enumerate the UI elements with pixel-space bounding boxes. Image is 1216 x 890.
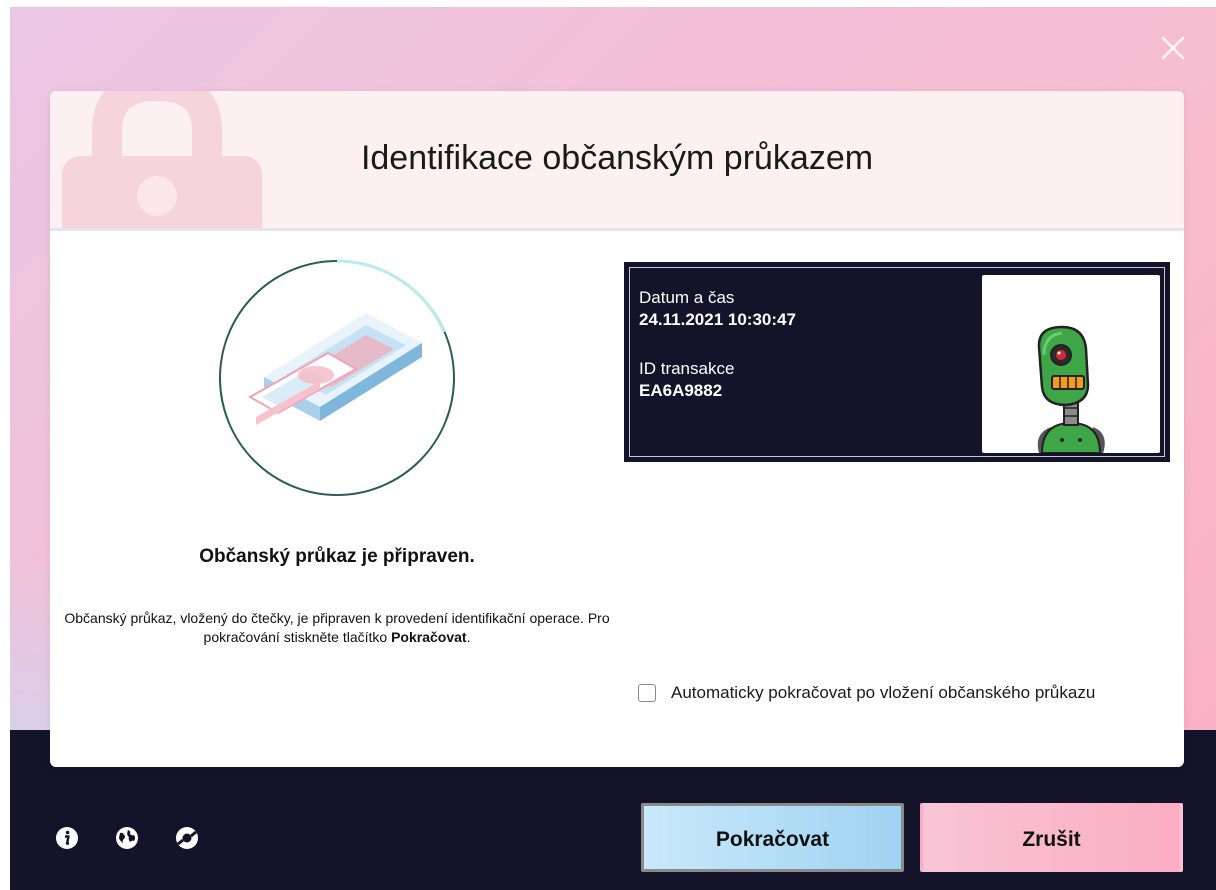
transaction-id-label: ID transakce [639, 359, 735, 378]
card-reader-illustration [219, 259, 455, 496]
dialog-header: Identifikace občanským průkazem [50, 91, 1184, 231]
globe-icon[interactable] [115, 826, 139, 850]
continue-button[interactable]: Pokračovat [641, 803, 904, 872]
auto-continue-checkbox[interactable] [638, 684, 656, 702]
identification-dialog: Identifikace občanským průkazem Občanský… [50, 91, 1184, 767]
transaction-info-box: Datum a čas 24.11.2021 10:30:47 ID trans… [624, 262, 1170, 462]
status-description-end: . [466, 629, 471, 645]
info-icon[interactable] [55, 826, 79, 850]
cancel-button[interactable]: Zrušit [920, 803, 1183, 872]
dialog-title: Identifikace občanským průkazem [360, 139, 874, 177]
help-icon[interactable] [175, 826, 199, 850]
status-description-bold: Pokračovat [391, 629, 467, 645]
status-description-text: Občanský průkaz, vložený do čtečky, je p… [64, 610, 610, 645]
status-heading: Občanský průkaz je připraven. [199, 546, 475, 567]
auto-continue-label[interactable]: Automaticky pokračovat po vložení občans… [671, 683, 1095, 703]
robot-icon [1037, 325, 1105, 453]
transaction-id-value: EA6A9882 [639, 381, 723, 400]
close-icon[interactable] [1160, 35, 1186, 61]
robot-avatar [982, 275, 1160, 453]
datetime-value: 24.11.2021 10:30:47 [639, 310, 796, 329]
datetime-label: Datum a čas [639, 288, 735, 307]
transaction-info-inner: Datum a čas 24.11.2021 10:30:47 ID trans… [629, 267, 1165, 457]
status-description: Občanský průkaz, vložený do čtečky, je p… [60, 609, 614, 647]
